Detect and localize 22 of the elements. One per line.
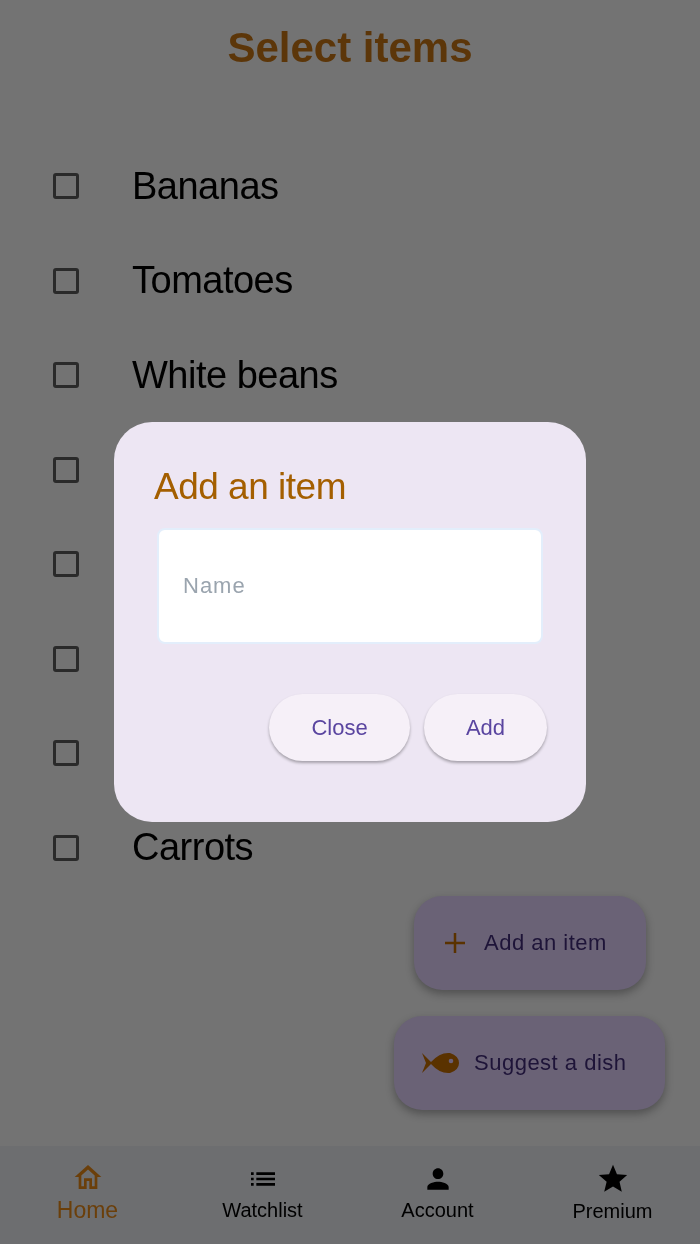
name-field[interactable]: Name	[157, 528, 543, 644]
close-button[interactable]: Close	[269, 694, 410, 761]
nav-tab[interactable]: Account	[350, 1146, 525, 1244]
nav-tab[interactable]: Premium	[525, 1146, 700, 1244]
checkbox[interactable]	[53, 740, 79, 767]
add-item-button[interactable]: Add an item	[414, 896, 646, 990]
page-title: Select items	[227, 24, 473, 71]
item-label: Carrots	[132, 826, 254, 870]
suggest-dish-button[interactable]: Suggest a dish	[394, 1016, 665, 1110]
item-label: White beans	[132, 353, 338, 397]
dialog-title: Add an item	[154, 466, 347, 508]
nav-tab[interactable]: Watchlist	[175, 1146, 350, 1244]
add-button[interactable]: Add	[424, 694, 547, 761]
item-label: Tomatoes	[132, 259, 293, 303]
checkbox[interactable]	[53, 645, 79, 672]
item-label: Bananas	[132, 164, 279, 208]
checkbox[interactable]	[53, 362, 79, 389]
checkbox[interactable]	[53, 551, 79, 578]
checkbox[interactable]	[53, 456, 79, 483]
checkbox[interactable]	[53, 173, 79, 200]
checkbox[interactable]	[53, 834, 79, 861]
checkbox[interactable]	[53, 267, 79, 294]
